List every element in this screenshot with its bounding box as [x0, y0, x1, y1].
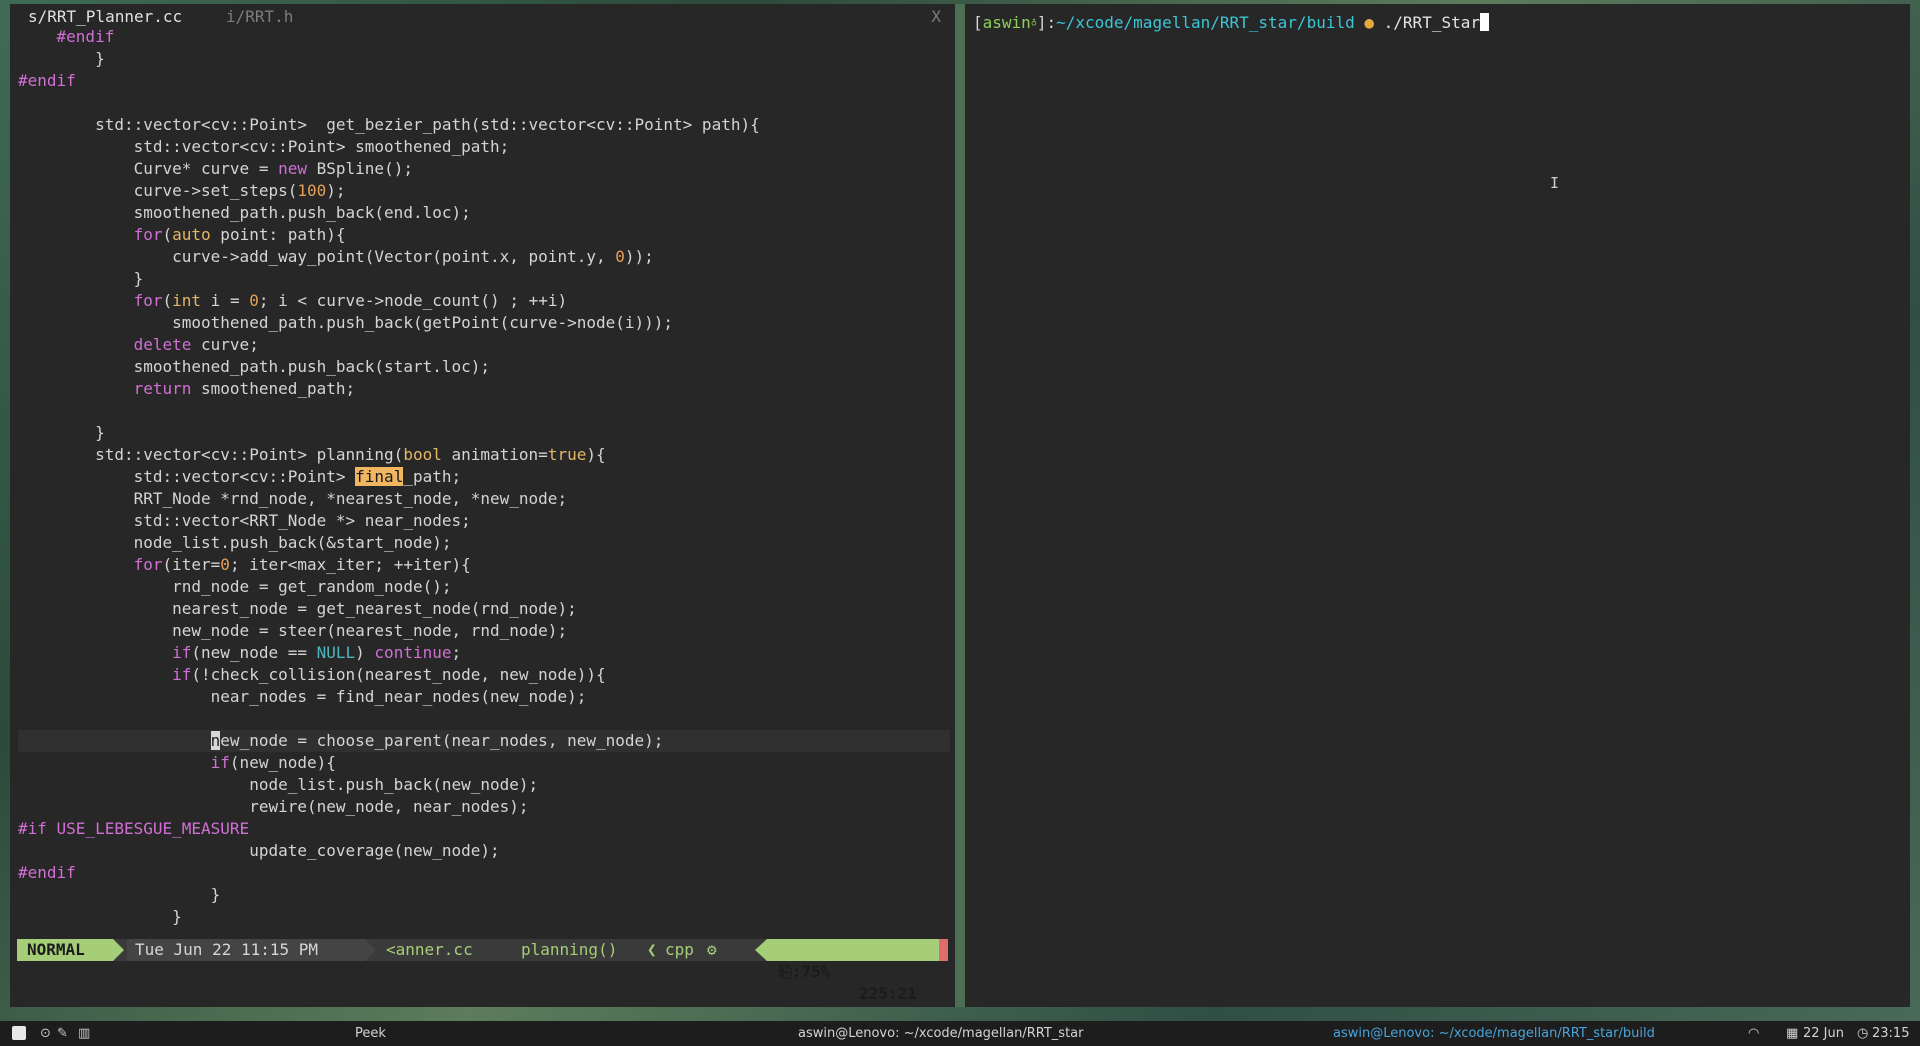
- code-line: smoothened_path.push_back(end.loc);: [18, 203, 471, 222]
- shell-prompt: [aswin♁]:~/xcode/magellan/RRT_star/build…: [973, 12, 1489, 34]
- code-line: std::vector<cv::Point> planning(bool ani…: [18, 445, 606, 464]
- statusline-filetype: cpp: [665, 940, 694, 959]
- vim-tabline: s/RRT_Planner.cc i/RRT.h X: [10, 4, 955, 26]
- code-line: node_list.push_back(&start_node);: [18, 533, 452, 552]
- menu-icon[interactable]: [12, 1026, 26, 1040]
- code-line: }: [18, 907, 182, 926]
- code-line: if(new_node){: [210, 753, 336, 772]
- mode-indicator: NORMAL: [17, 939, 113, 961]
- powerline-separator: [365, 939, 376, 961]
- tab-rrt-header[interactable]: i/RRT.h: [226, 7, 293, 26]
- taskbar-item-terminal-build[interactable]: aswin@Lenovo: ~/xcode/magellan/RRT_star/…: [1333, 1021, 1655, 1046]
- code-line: for(int i = 0; i < curve->node_count() ;…: [133, 291, 568, 310]
- code-line: Curve* curve = new BSpline();: [18, 159, 413, 178]
- wifi-icon[interactable]: ◠: [1748, 1021, 1759, 1046]
- edit-icon[interactable]: ✎: [57, 1021, 68, 1046]
- scroll-percent: ⎘:75%: [779, 962, 831, 981]
- vim-statusline: NORMAL Tue Jun 22 11:15 PM <anner.cc pla…: [17, 939, 948, 1003]
- code-line: new_node = steer(nearest_node, rnd_node)…: [18, 621, 568, 640]
- code-line: #endif: [56, 27, 115, 46]
- statusline-datetime: Tue Jun 22 11:15 PM: [127, 939, 365, 961]
- code-buffer[interactable]: #endif } #endif std::vector<cv::Point> g…: [18, 26, 950, 928]
- code-line: delete curve;: [133, 335, 259, 354]
- code-line: for(auto point: path){: [133, 225, 346, 244]
- code-line: curve->set_steps(100);: [18, 181, 346, 200]
- calendar-icon[interactable]: ▦: [1786, 1021, 1798, 1046]
- gear-icon: ⚙: [707, 940, 717, 959]
- code-line: for(iter=0; iter<max_iter; ++iter){: [133, 555, 471, 574]
- terminal-pane[interactable]: [aswin♁]:~/xcode/magellan/RRT_star/build…: [965, 4, 1910, 1007]
- code-line: std::vector<cv::Point> get_bezier_path(s…: [18, 115, 760, 134]
- code-line: node_list.push_back(new_node);: [18, 775, 539, 794]
- code-line: std::vector<cv::Point> final_path;: [18, 467, 462, 486]
- code-line: std::vector<RRT_Node *> near_nodes;: [18, 511, 471, 530]
- code-line: }: [18, 423, 105, 442]
- code-line: if(!check_collision(nearest_node, new_no…: [172, 665, 606, 684]
- statusline-position: ⎘:75% 225:21: [767, 939, 939, 1003]
- code-line: smoothened_path.push_back(getPoint(curve…: [18, 313, 674, 332]
- code-line: #endif: [18, 863, 76, 882]
- taskbar-date[interactable]: 22 Jun: [1803, 1021, 1844, 1046]
- chevron-left-icon: ❮: [647, 940, 657, 959]
- code-line: #if USE_LEBESGUE_MEASURE: [18, 819, 250, 838]
- code-line: RRT_Node *rnd_node, *nearest_node, *new_…: [18, 489, 568, 508]
- code-line: curve->add_way_point(Vector(point.x, poi…: [18, 247, 654, 266]
- prompt-path: ~/xcode/magellan/RRT_star/build: [1056, 13, 1355, 32]
- code-line: #endif: [18, 71, 76, 90]
- statusline-filename: <anner.cc: [386, 940, 473, 959]
- git-status-icon: ●: [1364, 13, 1375, 32]
- window-switcher-icon[interactable]: ▥: [78, 1021, 90, 1046]
- cursor-line-column: 225:21: [859, 984, 917, 1003]
- prompt-bracket: ]:: [1036, 13, 1057, 32]
- taskbar: ⊙ ✎ ▥ Peek aswin@Lenovo: ~/xcode/magella…: [0, 1021, 1920, 1046]
- vim-editor-pane[interactable]: s/RRT_Planner.cc i/RRT.h X #endif } #end…: [10, 4, 955, 1007]
- terminal-cursor: [1479, 13, 1489, 31]
- close-tab-button[interactable]: X: [931, 7, 941, 26]
- pane-divider[interactable]: [955, 4, 965, 1007]
- ibeam-cursor-icon: I: [1550, 174, 1560, 192]
- powerline-separator: [113, 939, 124, 961]
- taskbar-item-peek[interactable]: Peek: [355, 1021, 386, 1046]
- code-line: }: [18, 269, 144, 288]
- code-line: update_coverage(new_node);: [18, 841, 500, 860]
- code-line: rnd_node = get_random_node();: [18, 577, 452, 596]
- code-line: nearest_node = get_nearest_node(rnd_node…: [18, 599, 577, 618]
- command-input[interactable]: ./RRT_Star: [1384, 13, 1480, 32]
- workspace-icon[interactable]: ⊙: [40, 1021, 51, 1046]
- tab-rrt-planner[interactable]: s/RRT_Planner.cc: [28, 7, 182, 26]
- taskbar-item-terminal-rrt-star[interactable]: aswin@Lenovo: ~/xcode/magellan/RRT_star: [798, 1021, 1084, 1046]
- code-line: std::vector<cv::Point> smoothened_path;: [18, 137, 510, 156]
- code-line-cursor: new_node = choose_parent(near_nodes, new…: [18, 730, 950, 752]
- code-line: }: [18, 49, 105, 68]
- taskbar-time[interactable]: 23:15: [1872, 1021, 1909, 1046]
- code-line: smoothened_path.push_back(start.loc);: [18, 357, 491, 376]
- powerline-separator: [755, 939, 767, 961]
- statusline-warning-block: [939, 939, 948, 961]
- text-cursor: n: [210, 731, 221, 750]
- clock-icon: ◷: [1857, 1026, 1869, 1041]
- code-line: near_nodes = find_near_nodes(new_node);: [18, 687, 587, 706]
- code-line: return smoothened_path;: [133, 379, 356, 398]
- statusline-function: planning(): [521, 940, 618, 959]
- code-line: }: [18, 885, 221, 904]
- code-line: if(new_node == NULL) continue;: [172, 643, 462, 662]
- prompt-bracket: [: [973, 13, 983, 32]
- code-line: rewire(new_node, near_nodes);: [18, 797, 529, 816]
- prompt-user: aswin: [982, 13, 1031, 32]
